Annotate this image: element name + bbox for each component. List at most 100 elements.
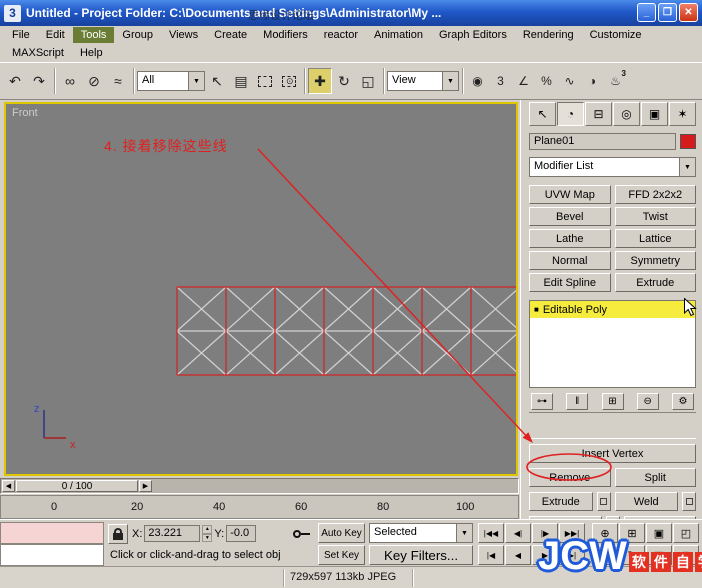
select-by-name-icon[interactable]: ▤ (229, 68, 253, 94)
menu-graph-editors[interactable]: Graph Editors (431, 27, 515, 43)
extrude-modifier-button[interactable]: Extrude (614, 273, 696, 292)
create-tab-icon[interactable]: ↖ (529, 102, 556, 126)
chevron-down-icon[interactable]: ▼ (679, 158, 695, 176)
extrude-settings-button[interactable] (596, 492, 611, 511)
maximize-button[interactable]: ❐ (658, 3, 677, 22)
zoom-region-icon[interactable]: ◰ (673, 523, 699, 543)
twist-button[interactable]: Twist (614, 207, 696, 226)
use-pivot-center-icon[interactable]: ◉ (466, 68, 489, 94)
ffd-2x2x2-button[interactable]: FFD 2x2x2 (614, 185, 696, 204)
configure-modifier-sets-icon[interactable]: ⚙ (672, 393, 694, 410)
next-frame-arrow-icon[interactable]: ▶ (139, 480, 152, 492)
uvw-map-button[interactable]: UVW Map (529, 185, 611, 204)
bevel-button[interactable]: Bevel (529, 207, 611, 226)
chevron-down-icon[interactable]: ▼ (456, 524, 472, 542)
weld-button[interactable]: Weld (614, 492, 678, 511)
time-slider-handle[interactable]: 0 / 100 (16, 480, 138, 492)
show-end-result-icon[interactable]: ‖ (566, 393, 589, 410)
object-name-field[interactable]: Plane01 (529, 133, 676, 150)
next-frame-button[interactable]: |▶ (532, 523, 558, 543)
previous-frame-arrow-icon[interactable]: ◀ (2, 480, 15, 492)
redo-icon[interactable]: ↷ (27, 68, 51, 94)
select-object-icon[interactable]: ↖ (205, 68, 229, 94)
auto-key-button[interactable]: Auto Key (318, 523, 365, 543)
angle-snap-icon[interactable]: ∠ (512, 68, 535, 94)
titlebar[interactable]: 3 Untitled - Project Folder: C:\Document… (0, 0, 702, 26)
snaps-toggle-icon[interactable]: 3 (489, 68, 512, 94)
y-coordinate-field[interactable]: -0.0 (226, 525, 257, 542)
menu-group[interactable]: Group (114, 27, 161, 43)
maxscript-mini-listener-pink[interactable] (0, 522, 104, 544)
menu-rendering[interactable]: Rendering (515, 27, 582, 43)
zoom-extents-icon[interactable]: ▣ (646, 523, 672, 543)
select-and-link-icon[interactable]: ∞ (58, 68, 82, 94)
select-and-rotate-icon[interactable]: ↻ (332, 68, 356, 94)
track-bar[interactable]: 0 20 40 60 80 100 (0, 495, 519, 519)
menu-reactor[interactable]: reactor (316, 27, 366, 43)
menu-maxscript[interactable]: MAXScript (4, 45, 72, 61)
time-slider[interactable]: ◀ 0 / 100 ▶ (0, 478, 519, 494)
curve-editor-icon[interactable]: ∿ (558, 68, 581, 94)
go-to-end-button[interactable]: ▶▶| (559, 523, 585, 543)
menu-file[interactable]: File (4, 27, 38, 43)
menu-tools[interactable]: Tools (72, 27, 115, 43)
maxscript-mini-listener-white[interactable] (0, 544, 104, 566)
utilities-tab-icon[interactable]: ✶ (669, 102, 696, 126)
chevron-down-icon[interactable]: ▼ (442, 72, 458, 90)
menu-help[interactable]: Help (72, 45, 111, 61)
select-and-scale-icon[interactable]: ◱ (356, 68, 380, 94)
weld-settings-button[interactable] (682, 492, 696, 511)
menu-modifiers[interactable]: Modifiers (255, 27, 316, 43)
key-filters-button[interactable]: Key Filters... (369, 545, 473, 565)
hierarchy-tab-icon[interactable]: ⊟ (585, 102, 612, 126)
play-reverse-button[interactable]: ◀ (505, 545, 531, 565)
material-editor-icon[interactable]: ◑ (581, 68, 604, 94)
edit-spline-button[interactable]: Edit Spline (529, 273, 611, 292)
unlink-selection-icon[interactable]: ⊘ (82, 68, 106, 94)
remove-button[interactable]: Remove (529, 468, 611, 487)
make-unique-icon[interactable]: ⊞ (601, 393, 624, 410)
selection-filter-dropdown[interactable]: All ▼ (137, 71, 205, 91)
modify-tab-icon[interactable]: ◔ (557, 102, 584, 126)
play-button[interactable]: ▶ (532, 545, 558, 565)
object-color-swatch[interactable] (680, 134, 696, 149)
maximize-viewport-icon[interactable]: ◲ (646, 545, 672, 565)
render-icon[interactable]: ♨ 3 (604, 68, 627, 94)
go-to-start-button[interactable]: |◀◀ (478, 523, 504, 543)
x-coordinate-field[interactable]: 23.221 (144, 525, 201, 542)
lathe-button[interactable]: Lathe (529, 229, 611, 248)
previous-frame-button[interactable]: ◀| (505, 523, 531, 543)
selected-set-dropdown[interactable]: Selected ▼ (369, 523, 473, 543)
pin-stack-icon[interactable]: ⊶ (531, 393, 553, 410)
x-spinner[interactable]: ▲ ▼ (202, 525, 213, 542)
minimize-button[interactable]: _ (637, 3, 656, 22)
stack-item-editable-poly[interactable]: ■ Editable Poly (530, 301, 695, 318)
reference-coordinate-dropdown[interactable]: View ▼ (387, 71, 459, 91)
menu-create[interactable]: Create (206, 27, 255, 43)
chevron-down-icon[interactable]: ▼ (188, 72, 204, 90)
symmetry-button[interactable]: Symmetry (614, 251, 696, 270)
extrude-button[interactable]: Extrude (529, 492, 593, 511)
zoom-all-icon[interactable]: ⊞ (619, 523, 645, 543)
previous-key-button[interactable]: |◀ (478, 545, 504, 565)
next-key-button[interactable]: ▶| (559, 545, 585, 565)
remove-modifier-icon[interactable]: ⊖ (636, 393, 659, 410)
modifier-stack[interactable]: ■ Editable Poly (529, 300, 696, 388)
insert-vertex-button[interactable]: Insert Vertex (529, 444, 696, 463)
rect-selection-region-icon[interactable] (253, 68, 277, 94)
bind-to-space-warp-icon[interactable]: ≈ (106, 68, 130, 94)
pan-icon[interactable]: ☛ (592, 545, 618, 565)
undo-icon[interactable]: ↶ (3, 68, 27, 94)
menu-views[interactable]: Views (161, 27, 206, 43)
window-crossing-icon[interactable]: ⊙ (277, 68, 301, 94)
split-button[interactable]: Split (614, 468, 696, 487)
arc-rotate-icon[interactable]: ↻ (619, 545, 645, 565)
menu-customize[interactable]: Customize (582, 27, 650, 43)
close-button[interactable]: ✕ (679, 3, 698, 22)
extra-nav-icon[interactable]: ▢ (673, 545, 699, 565)
motion-tab-icon[interactable]: ◎ (613, 102, 640, 126)
selection-lock-button[interactable] (108, 524, 128, 544)
select-and-move-icon[interactable]: ✚ (308, 68, 332, 94)
percent-snap-icon[interactable]: % (535, 68, 558, 94)
menu-animation[interactable]: Animation (366, 27, 431, 43)
